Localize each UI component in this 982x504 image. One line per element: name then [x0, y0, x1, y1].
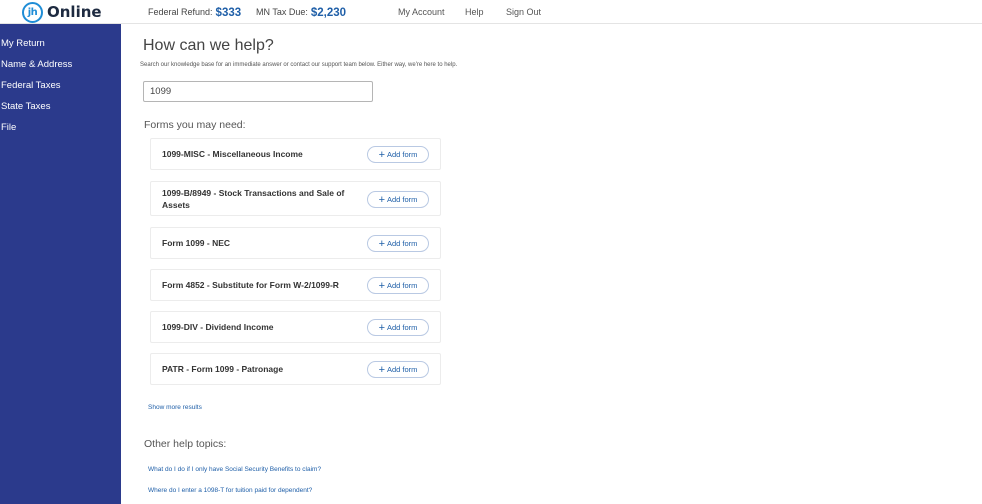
search-input[interactable]: [143, 81, 373, 102]
plus-icon: +: [378, 237, 385, 250]
other-topics-heading: Other help topics:: [144, 438, 227, 450]
logo[interactable]: jh Online: [22, 1, 102, 23]
sidebar-item-state-taxes[interactable]: State Taxes: [0, 100, 121, 121]
help-topic-link[interactable]: Where do I enter a 1098-T for tuition pa…: [148, 487, 312, 494]
sidebar-item-my-return[interactable]: My Return: [0, 37, 121, 58]
form-name: 1099-B/8949 - Stock Transactions and Sal…: [162, 188, 345, 210]
logo-mark-icon: jh: [22, 1, 43, 23]
plus-icon: +: [378, 193, 385, 206]
add-form-label: Add form: [387, 239, 418, 248]
mn-tax-amount: $2,230: [310, 7, 347, 19]
federal-refund-label: Federal Refund:: [148, 7, 213, 17]
plus-icon: +: [378, 321, 385, 334]
add-form-label: Add form: [387, 323, 418, 332]
add-form-label: Add form: [387, 195, 418, 204]
my-account-link[interactable]: My Account: [398, 7, 445, 17]
form-card-patr: PATR - Form 1099 - Patronage + Add form: [150, 353, 441, 385]
help-link[interactable]: Help: [465, 7, 484, 17]
page-subtitle: Search our knowledge base for an immedia…: [140, 62, 458, 68]
plus-icon: +: [378, 279, 385, 292]
plus-icon: +: [378, 148, 385, 161]
federal-refund-amount: $333: [215, 7, 242, 19]
form-card-1099-misc: 1099-MISC - Miscellaneous Income + Add fo…: [150, 138, 441, 170]
add-form-button[interactable]: + Add form: [367, 191, 429, 208]
show-more-results-link[interactable]: Show more results: [148, 404, 202, 411]
forms-heading: Forms you may need:: [144, 119, 246, 131]
add-form-label: Add form: [387, 150, 418, 159]
sign-out-link[interactable]: Sign Out: [506, 7, 541, 17]
sidebar-item-name-address[interactable]: Name & Address: [0, 58, 121, 79]
add-form-button[interactable]: + Add form: [367, 277, 429, 294]
sidebar-item-federal-taxes[interactable]: Federal Taxes: [0, 79, 121, 100]
form-name: PATR - Form 1099 - Patronage: [162, 364, 284, 374]
sidebar-item-file[interactable]: File: [0, 121, 121, 142]
mn-tax-due: MN Tax Due: $2,230: [256, 6, 347, 19]
form-card-1099-div: 1099-DIV - Dividend Income + Add form: [150, 311, 441, 343]
form-name: 1099-DIV - Dividend Income: [162, 322, 274, 332]
form-name: 1099-MISC - Miscellaneous Income: [162, 149, 303, 159]
form-card-1099-nec: Form 1099 - NEC + Add form: [150, 227, 441, 259]
add-form-button[interactable]: + Add form: [367, 146, 429, 163]
sidebar: My Return Name & Address Federal Taxes S…: [0, 24, 121, 504]
add-form-button[interactable]: + Add form: [367, 235, 429, 252]
help-topic-link[interactable]: What do I do if I only have Social Secur…: [148, 466, 321, 473]
federal-refund: Federal Refund: $333: [148, 6, 242, 19]
form-name: Form 1099 - NEC: [162, 238, 231, 248]
top-header: jh Online Federal Refund: $333 MN Tax Due…: [0, 0, 982, 24]
add-form-button[interactable]: + Add form: [367, 319, 429, 336]
add-form-label: Add form: [387, 281, 418, 290]
form-card-4852: Form 4852 - Substitute for Form W-2/1099…: [150, 269, 441, 301]
form-name: Form 4852 - Substitute for Form W-2/1099…: [162, 280, 339, 290]
mn-tax-label: MN Tax Due:: [256, 7, 308, 17]
add-form-label: Add form: [387, 365, 418, 374]
logo-text: Online: [47, 3, 102, 21]
page-title: How can we help?: [143, 37, 274, 54]
plus-icon: +: [378, 363, 385, 376]
form-card-1099-b: 1099-B/8949 - Stock Transactions and Sal…: [150, 181, 441, 216]
add-form-button[interactable]: + Add form: [367, 361, 429, 378]
